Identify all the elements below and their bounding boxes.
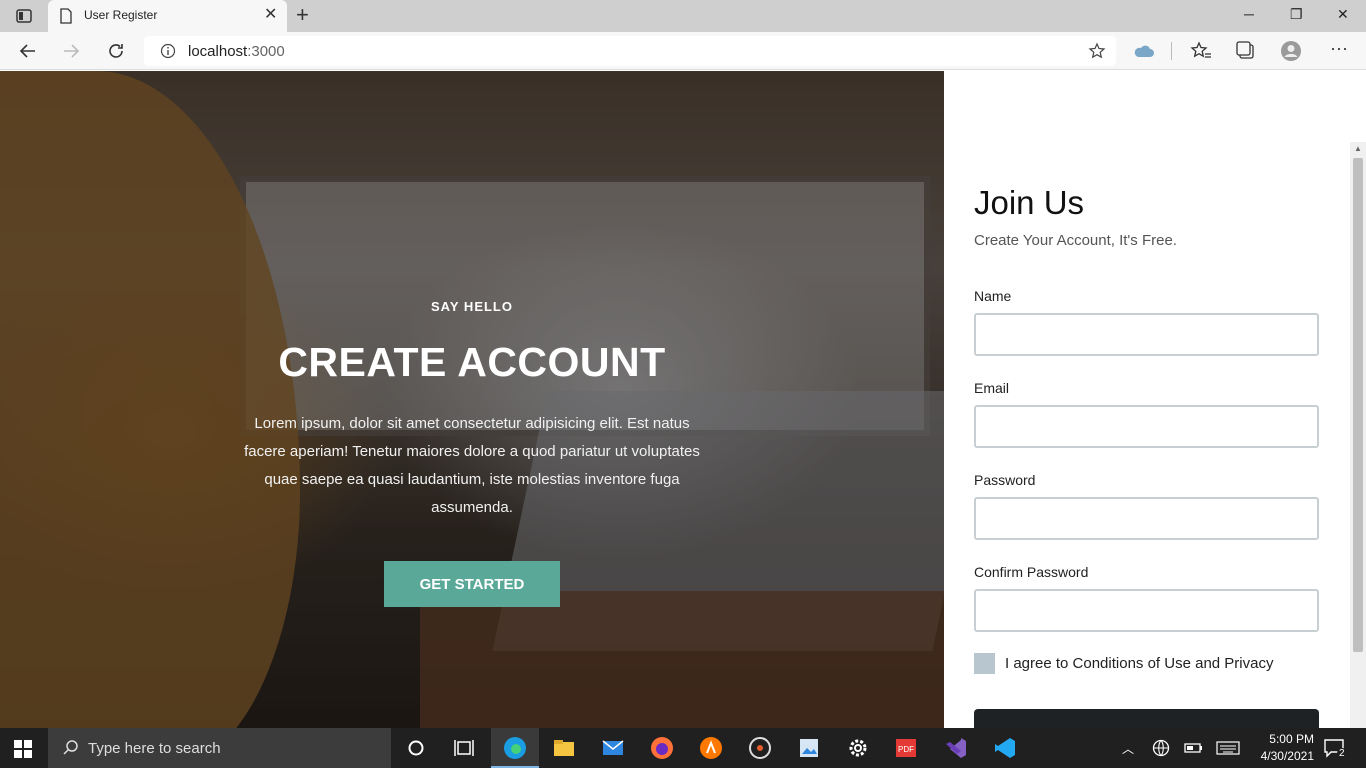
search-icon (63, 740, 78, 755)
edge-browser-icon[interactable] (503, 736, 527, 760)
page-icon (60, 8, 72, 24)
pdf-reader-icon[interactable]: PDF (894, 736, 918, 760)
minimize-icon[interactable]: ─ (1244, 6, 1254, 22)
system-clock[interactable]: 5:00 PM 4/30/2021 (1250, 731, 1314, 765)
email-label: Email (974, 380, 1010, 396)
tab-actions-icon[interactable] (16, 8, 32, 24)
browser-tab[interactable]: User Register ✕ (48, 0, 287, 32)
more-menu-icon[interactable]: ··· (1330, 38, 1352, 60)
address-bar[interactable]: localhost:3000 (144, 36, 1116, 66)
name-label: Name (974, 288, 1012, 304)
name-field[interactable] (974, 313, 1319, 356)
vscode-icon[interactable] (993, 736, 1017, 760)
hero-headline: CREATE ACCOUNT (278, 339, 666, 385)
tab-title: User Register (84, 8, 158, 22)
password-label: Password (974, 472, 1036, 488)
scrollbar-thumb[interactable] (1353, 158, 1363, 652)
hero-body-text: Lorem ipsum, dolor sit amet consectetur … (244, 415, 700, 516)
close-tab-icon[interactable]: ✕ (264, 7, 277, 23)
url-text: localhost:3000 (188, 43, 285, 60)
page-scrollbar[interactable]: ▲ ▼ (1350, 142, 1366, 728)
restore-icon[interactable]: ❐ (1290, 6, 1303, 23)
scroll-up-icon[interactable]: ▲ (1354, 144, 1362, 153)
windows-taskbar: Type here to search PDF ︿ 5:00 PM 4/30/2… (0, 728, 1366, 768)
url-host: localhost (188, 43, 248, 60)
back-icon[interactable] (17, 40, 39, 62)
profile-avatar-icon[interactable] (1280, 40, 1302, 62)
file-explorer-icon[interactable] (552, 736, 576, 760)
browser-tab-strip: User Register ✕ + ─ ❐ ✕ (0, 0, 1366, 32)
refresh-icon[interactable] (105, 40, 127, 62)
media-player-icon[interactable] (748, 736, 772, 760)
search-placeholder: Type here to search (88, 740, 221, 757)
get-started-button[interactable]: GET STARTED (384, 561, 560, 607)
windows-start-icon[interactable] (14, 740, 32, 758)
add-favorite-icon[interactable] (1088, 42, 1106, 60)
photos-icon[interactable] (797, 736, 821, 760)
keyboard-icon[interactable] (1216, 741, 1240, 755)
firefox-icon[interactable] (650, 736, 674, 760)
avast-icon[interactable] (699, 736, 723, 760)
toolbar-divider (1171, 42, 1172, 60)
site-info-icon[interactable] (160, 43, 176, 59)
cloud-extension-icon[interactable] (1133, 41, 1155, 63)
task-view-icon[interactable] (452, 736, 476, 760)
battery-icon[interactable] (1184, 741, 1204, 755)
agree-label: I agree to Conditions of Use and Privacy (1005, 655, 1274, 672)
confirm-password-field[interactable] (974, 589, 1319, 632)
show-hidden-icons-icon[interactable]: ︿ (1122, 740, 1134, 757)
notification-count-badge: 2 (1337, 748, 1347, 759)
network-globe-icon[interactable] (1152, 739, 1170, 757)
confirm-password-label: Confirm Password (974, 564, 1089, 580)
browser-toolbar: localhost:3000 ··· (0, 32, 1366, 70)
email-field[interactable] (974, 405, 1319, 448)
clock-time: 5:00 PM (1269, 732, 1314, 746)
hero-content: SAY HELLO CREATE ACCOUNT Lorem ipsum, do… (0, 71, 944, 728)
settings-gear-icon[interactable] (846, 736, 870, 760)
close-window-icon[interactable]: ✕ (1337, 6, 1349, 23)
mail-icon[interactable] (601, 736, 625, 760)
clock-date: 4/30/2021 (1260, 749, 1314, 763)
collections-icon[interactable] (1235, 40, 1257, 62)
web-page: SAY HELLO CREATE ACCOUNT Lorem ipsum, do… (0, 71, 1366, 728)
new-tab-icon[interactable]: + (296, 4, 309, 26)
cortana-icon[interactable] (404, 736, 428, 760)
hero-eyebrow: SAY HELLO (431, 299, 513, 314)
submit-button[interactable] (974, 709, 1319, 728)
form-title: Join Us (974, 184, 1085, 221)
register-form-panel: Join Us Create Your Account, It's Free. … (944, 71, 1350, 728)
svg-text:PDF: PDF (898, 745, 914, 754)
form-subtitle: Create Your Account, It's Free. (974, 232, 1177, 249)
hero-section: SAY HELLO CREATE ACCOUNT Lorem ipsum, do… (0, 71, 944, 728)
url-port: :3000 (247, 43, 285, 60)
visual-studio-icon[interactable] (944, 736, 968, 760)
forward-icon[interactable] (60, 40, 82, 62)
favorites-icon[interactable] (1190, 40, 1212, 62)
taskbar-search-box[interactable]: Type here to search (48, 728, 391, 768)
agree-checkbox[interactable] (974, 653, 995, 674)
password-field[interactable] (974, 497, 1319, 540)
